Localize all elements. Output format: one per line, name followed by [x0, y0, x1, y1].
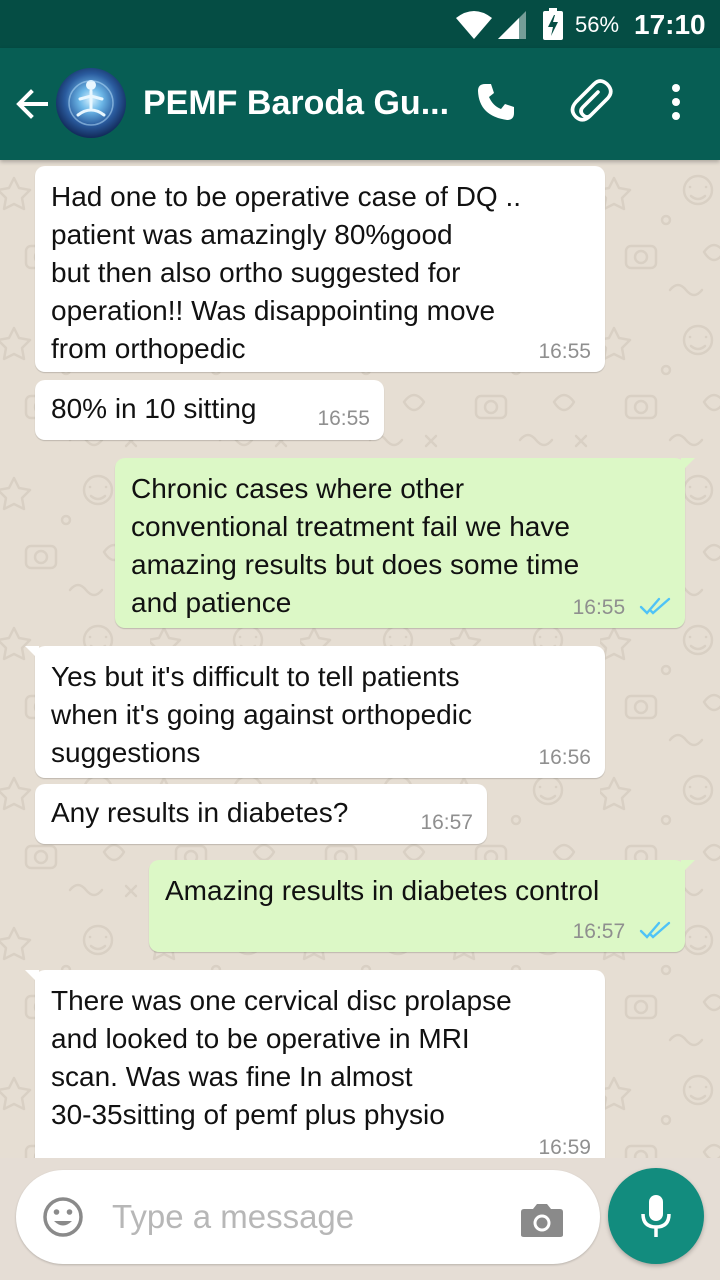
message-bubble-incoming[interactable]: There was one cervical disc prolapse and… — [25, 970, 605, 1158]
message-meta: 16:55 — [573, 596, 671, 620]
status-bar: 56% 17:10 — [0, 0, 720, 48]
double-check-icon — [639, 921, 671, 939]
more-vertical-icon[interactable] — [664, 82, 688, 122]
message-bubble-incoming[interactable]: 80% in 10 sitting 16:55 — [35, 380, 384, 440]
message-time: 16:56 — [538, 746, 591, 770]
wifi-icon — [456, 11, 492, 39]
message-text: Yes but it's difficult to tell patients … — [51, 661, 472, 768]
message-list[interactable]: Had one to be operative case of DQ .. pa… — [0, 160, 720, 1158]
message-time-label: 16:59 — [538, 1136, 591, 1158]
composer-bar: Type a message — [0, 1158, 720, 1280]
chat-title[interactable]: PEMF Baroda Gu... — [143, 84, 449, 123]
message-time-label: 16:57 — [420, 811, 473, 834]
message-bubble-incoming[interactable]: Any results in diabetes? 16:57 — [35, 784, 487, 844]
message-bubble-incoming[interactable]: Yes but it's difficult to tell patients … — [25, 646, 605, 778]
message-meta: 16:57 — [573, 920, 671, 944]
message-text: Amazing results in diabetes control — [165, 875, 600, 906]
message-time-label: 16:55 — [317, 407, 370, 430]
group-avatar[interactable] — [56, 68, 126, 138]
message-input[interactable]: Type a message — [16, 1170, 600, 1264]
emoji-icon[interactable] — [42, 1196, 84, 1238]
bubble-tail — [25, 970, 39, 984]
chat-header: PEMF Baroda Gu... — [0, 48, 720, 160]
message-bubble-incoming[interactable]: Had one to be operative case of DQ .. pa… — [35, 166, 605, 372]
message-time-label: 16:57 — [572, 920, 626, 943]
message-time: 16:55 — [538, 340, 591, 364]
camera-icon[interactable] — [520, 1202, 564, 1238]
bubble-tail — [681, 860, 695, 874]
message-text: Had one to be operative case of DQ .. pa… — [51, 181, 522, 364]
message-text: There was one cervical disc prolapse and… — [51, 985, 512, 1130]
cellular-signal-icon — [498, 11, 526, 39]
phone-icon[interactable] — [476, 82, 516, 122]
arrow-left-icon[interactable] — [14, 86, 50, 122]
battery-percent: 56% — [575, 12, 620, 37]
message-time: 16:55 — [317, 407, 370, 431]
message-time-label: 16:55 — [538, 340, 591, 363]
voice-message-button[interactable] — [608, 1168, 704, 1264]
message-time: 16:57 — [420, 811, 473, 835]
microphone-icon — [641, 1195, 671, 1237]
message-time-label: 16:55 — [572, 596, 626, 619]
message-bubble-outgoing[interactable]: Chronic cases where other conventional t… — [115, 458, 695, 628]
bubble-tail — [25, 646, 39, 660]
message-time: 16:59 — [538, 1136, 591, 1158]
paperclip-icon[interactable] — [568, 78, 614, 124]
status-clock: 17:10 — [634, 9, 706, 40]
bubble-tail — [681, 458, 695, 472]
message-time-label: 16:56 — [538, 746, 591, 769]
battery-charging-icon — [543, 8, 563, 40]
double-check-icon — [639, 597, 671, 615]
meditation-figure-icon — [68, 80, 114, 126]
message-bubble-outgoing[interactable]: Amazing results in diabetes control 16:5… — [149, 860, 695, 952]
message-text: Any results in diabetes? — [51, 797, 349, 828]
message-input-placeholder[interactable]: Type a message — [112, 1198, 354, 1236]
